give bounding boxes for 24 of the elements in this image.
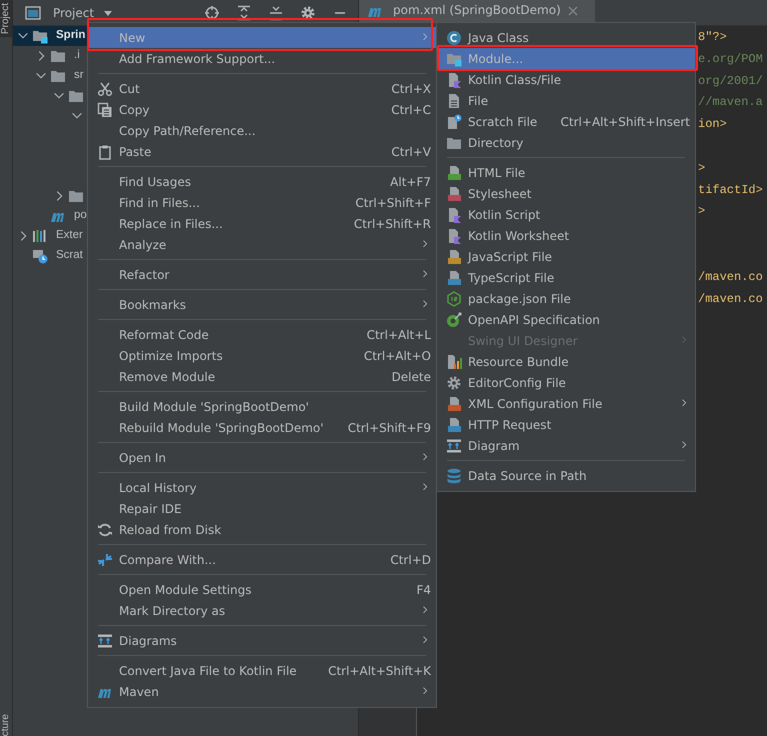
code-line: org/2001/ — [698, 72, 763, 90]
code-line: tifactId> — [698, 182, 763, 199]
shortcut-label: Ctrl+Alt+Shift+Insert — [560, 114, 690, 130]
code-line: ion> — [698, 116, 727, 134]
shortcut-label: Delete — [390, 368, 431, 386]
code-line: > — [698, 160, 706, 177]
code-line: 8"?> — [698, 29, 727, 46]
shortcut-label: Ctrl+Alt+O — [362, 348, 431, 364]
code-line: > — [698, 203, 706, 220]
code-line: e.org/POM — [698, 50, 763, 68]
shortcut-label: Ctrl+Shift+F — [354, 194, 431, 212]
shortcut-label: Ctrl+Shift+R — [352, 216, 431, 232]
code-line: //maven.a — [698, 94, 763, 112]
shortcut-label: Ctrl+Alt+L — [366, 326, 431, 344]
shortcut-label: Ctrl+C — [390, 102, 431, 118]
shortcut-label: Ctrl+Shift+F9 — [346, 420, 431, 436]
shortcut-label: Ctrl+V — [390, 144, 431, 160]
shortcut-label: F4 — [415, 582, 431, 598]
shortcut-label: Ctrl+D — [389, 552, 431, 568]
code-line: /maven.co — [698, 290, 763, 308]
shortcut-label: Ctrl+X — [390, 80, 431, 98]
code-line: /maven.co — [698, 268, 763, 286]
shortcut-label: Ctrl+Alt+Shift+K — [327, 662, 431, 680]
shortcut-label: Alt+F7 — [389, 174, 431, 190]
